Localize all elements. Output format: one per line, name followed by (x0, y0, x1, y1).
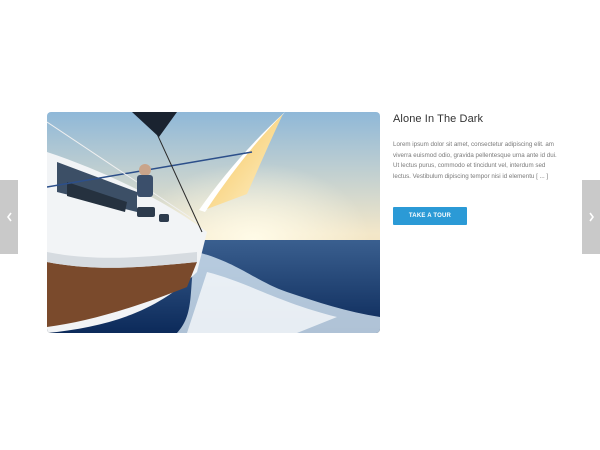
slide-info: Alone In The Dark Lorem ipsum dolor sit … (393, 112, 563, 225)
slide-title: Alone In The Dark (393, 113, 484, 125)
slide-image (47, 112, 380, 333)
slide-description: Lorem ipsum dolor sit amet, consectetur … (393, 141, 557, 180)
next-slide-button[interactable] (582, 180, 600, 254)
take-a-tour-button[interactable]: TAKE A TOUR (393, 207, 467, 225)
chevron-left-icon (6, 212, 12, 222)
chevron-right-icon (588, 212, 594, 222)
prev-slide-button[interactable] (0, 180, 18, 254)
